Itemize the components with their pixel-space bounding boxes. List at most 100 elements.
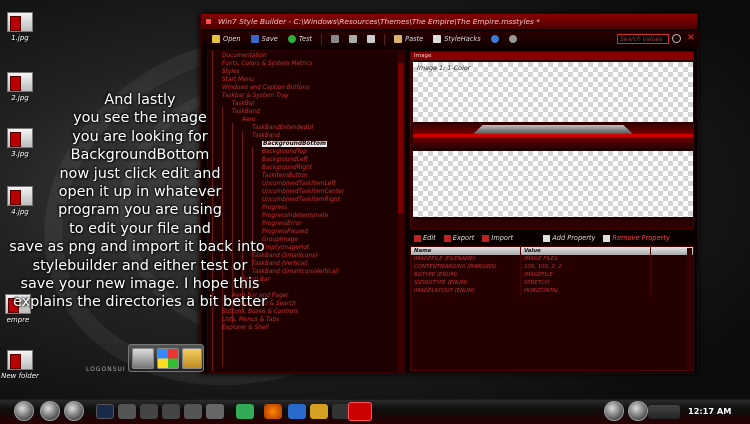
- paste-label: Paste: [405, 35, 424, 43]
- app-icon[interactable]: [162, 404, 180, 419]
- tree-item[interactable]: Start Menu: [222, 77, 254, 83]
- desktop-icon-label: empre: [6, 316, 30, 324]
- copy-button[interactable]: [364, 35, 378, 43]
- open-button[interactable]: Open: [209, 35, 244, 43]
- tree-item[interactable]: Lists, Menus & Tabs: [222, 317, 279, 323]
- taskbar-clock[interactable]: 12:17 AM: [688, 406, 731, 416]
- settings-button[interactable]: [506, 35, 520, 43]
- app-icon[interactable]: [206, 404, 224, 419]
- window-titlebar[interactable]: Win7 Style Builder - C:\Windows\Resource…: [201, 14, 697, 29]
- undo-icon: [331, 35, 340, 43]
- app-icon: [205, 18, 212, 25]
- image-pane-header: Image: [411, 52, 693, 60]
- tree-item[interactable]: Documentation: [222, 53, 267, 59]
- scrollbar-thumb[interactable]: [398, 63, 403, 213]
- table-row[interactable]: CONTENTMARGINS (MARGINS) 100, 100, 2, 2: [411, 263, 693, 271]
- system-tray[interactable]: [648, 405, 680, 419]
- vlc-icon[interactable]: [310, 404, 328, 419]
- add-property-label: Add Property: [552, 234, 596, 242]
- property-name: IMAGELAYOUT (ENUM): [411, 287, 521, 295]
- undo-button[interactable]: [328, 35, 342, 43]
- toolbar-separator: [384, 33, 386, 45]
- property-name: BGTYPE (ENUM): [411, 271, 521, 279]
- background-bottom-preview: [413, 122, 693, 151]
- tree-item[interactable]: Explorer & Shell: [222, 325, 269, 331]
- property-toolbar: Edit Export Import Add Property Remove P…: [410, 232, 694, 244]
- remove-property-label: Remove Property: [612, 234, 670, 242]
- caption-line: BackgroundBottom: [70, 147, 210, 164]
- tree-item[interactable]: Fonts, Colors & System Metrics: [222, 61, 312, 67]
- table-row[interactable]: SIZINGTYPE (ENUM) STRETCH: [411, 279, 693, 287]
- cut-button[interactable]: [346, 35, 360, 43]
- image-preview-pane: Image Image 1: 1-Color: [410, 51, 694, 229]
- edit-button[interactable]: Edit: [414, 234, 436, 242]
- property-value: IMAGE FILE1: [521, 255, 651, 263]
- pencil-icon: [414, 234, 421, 242]
- desktop-icon-label: 1.jpg: [11, 34, 29, 42]
- caption-line: you see the image: [73, 110, 207, 127]
- add-property-button[interactable]: Add Property: [543, 234, 595, 242]
- import-label: Import: [491, 234, 514, 242]
- start-orb-icon[interactable]: [14, 401, 34, 421]
- table-row[interactable]: BGTYPE (ENUM) IMAGEFILE: [411, 271, 693, 279]
- table-row[interactable]: IMAGELAYOUT (ENUM) HORIZONTAL: [411, 287, 693, 295]
- close-icon[interactable]: ✕: [687, 33, 695, 43]
- windows-logo-icon[interactable]: [157, 348, 179, 369]
- column-header-value[interactable]: Value: [521, 247, 651, 255]
- table-scrollbar[interactable]: [687, 248, 692, 369]
- properties-table: Name Value IMAGEFILE (FILENAME) IMAGE FI…: [410, 246, 694, 371]
- property-value: 100, 100, 2, 2: [521, 263, 651, 271]
- caption-line: save as png and import it back into: [9, 239, 265, 256]
- table-row[interactable]: IMAGEFILE (FILENAME) IMAGE FILE1: [411, 255, 693, 263]
- folder-icon[interactable]: [182, 348, 202, 369]
- test-button[interactable]: Test: [285, 35, 315, 43]
- remove-property-button[interactable]: Remove Property: [603, 234, 670, 242]
- plus-icon: [543, 234, 551, 242]
- tray-orb-icon[interactable]: [604, 401, 624, 421]
- app-icon[interactable]: [288, 404, 306, 419]
- tree-item[interactable]: Styles: [222, 69, 240, 75]
- search-input[interactable]: Search Values: [617, 34, 669, 44]
- save-button[interactable]: Save: [248, 35, 281, 43]
- caption-line: you are looking for: [72, 128, 208, 145]
- desktop-icon-folder[interactable]: New folder: [0, 350, 44, 380]
- floppy-icon: [250, 35, 259, 43]
- folder-open-icon: [212, 35, 220, 43]
- firefox-icon[interactable]: [264, 404, 282, 419]
- image-file-icon: [7, 12, 33, 32]
- paste-button[interactable]: Paste: [391, 35, 426, 43]
- style-builder-taskbar-icon[interactable]: [348, 402, 372, 421]
- search-icon[interactable]: [672, 34, 681, 43]
- nav-back-icon[interactable]: [40, 401, 60, 421]
- export-label: Export: [452, 234, 475, 242]
- caption-line: And lastly: [104, 92, 176, 108]
- tutorial-caption: And lastly you see the image you are loo…: [4, 91, 276, 312]
- export-button[interactable]: Export: [443, 234, 475, 242]
- property-value: HORIZONTAL: [521, 287, 651, 295]
- open-label: Open: [223, 35, 241, 43]
- property-value: STRETCH: [521, 279, 651, 287]
- user-tile-icon[interactable]: [132, 348, 154, 369]
- stylehacks-button[interactable]: StyleHacks: [430, 35, 483, 43]
- caption-line: now just click edit and: [59, 165, 221, 182]
- desktop-icon-file[interactable]: 1.jpg: [0, 12, 44, 42]
- column-header-name[interactable]: Name: [411, 247, 521, 255]
- table-header: Name Value: [411, 247, 693, 255]
- quick-launcher: [128, 344, 204, 372]
- app-icon[interactable]: [236, 404, 254, 419]
- tree-scrollbar[interactable]: [398, 53, 403, 371]
- toolbar-separator: [321, 33, 323, 45]
- scissors-icon: [349, 35, 358, 43]
- nav-forward-icon[interactable]: [64, 401, 84, 421]
- property-name: CONTENTMARGINS (MARGINS): [411, 263, 521, 271]
- edit-label: Edit: [423, 234, 436, 242]
- app-icon[interactable]: [118, 404, 136, 419]
- app-icon[interactable]: [184, 404, 202, 419]
- tray-orb-icon[interactable]: [628, 401, 648, 421]
- clipboard-icon: [394, 35, 403, 43]
- info-button[interactable]: [488, 35, 502, 43]
- wand-icon: [433, 35, 442, 43]
- app-icon[interactable]: [140, 404, 158, 419]
- photoshop-icon[interactable]: [96, 404, 114, 419]
- import-button[interactable]: Import: [482, 234, 513, 242]
